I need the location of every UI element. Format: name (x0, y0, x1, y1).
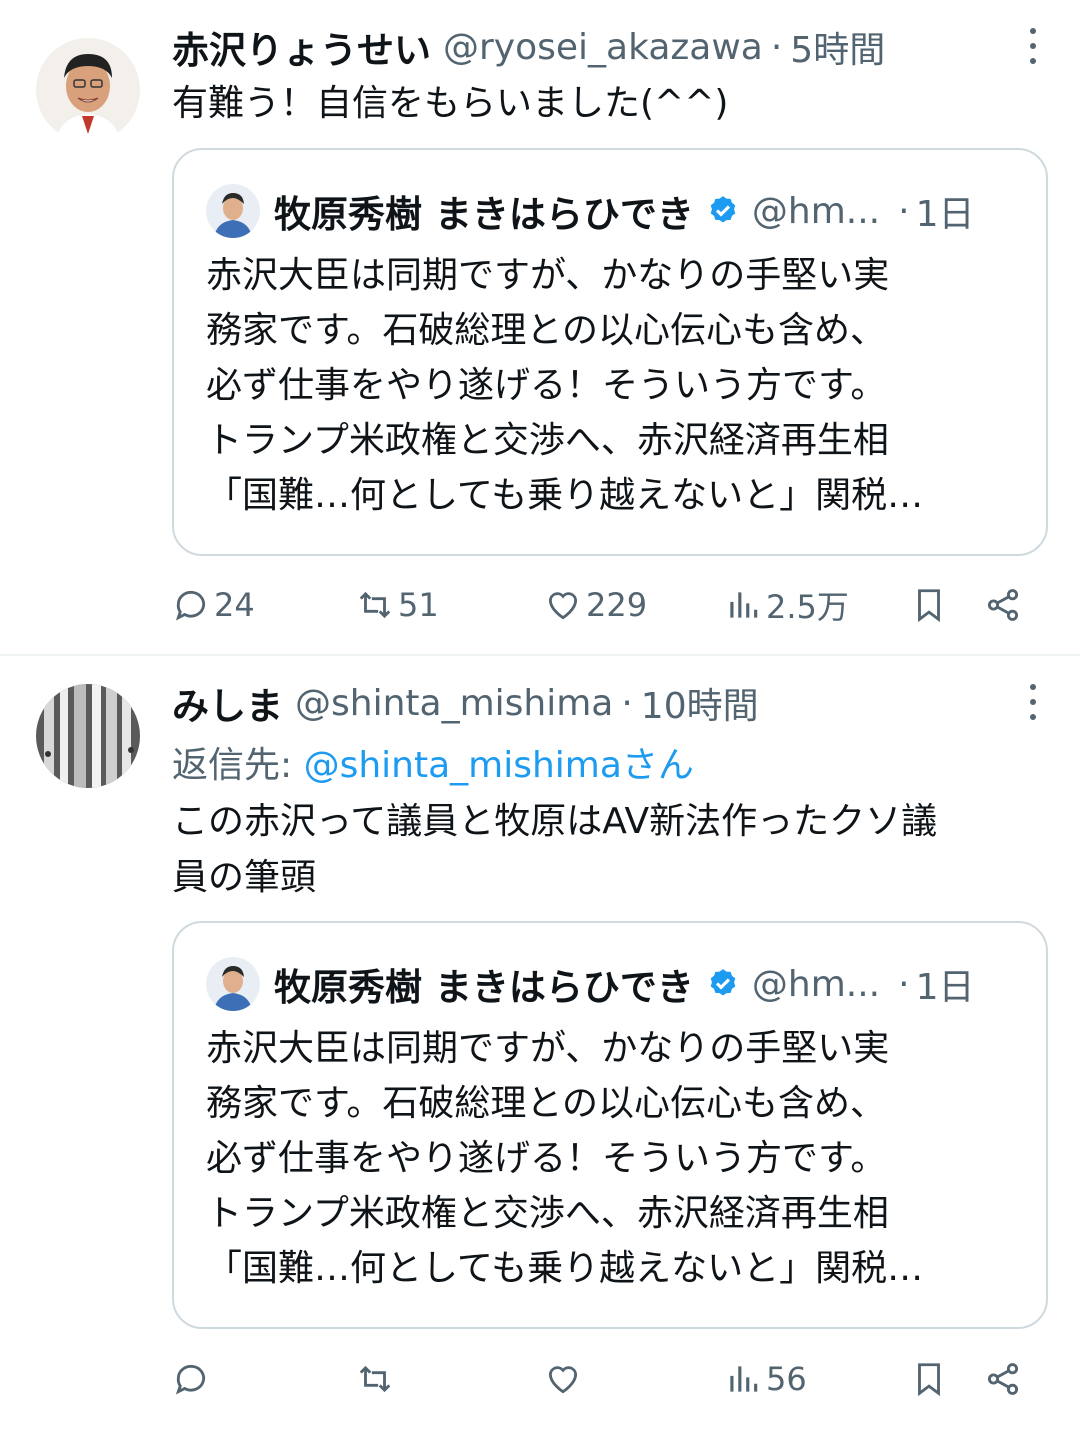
retweet-icon (359, 591, 391, 619)
views-icon (730, 592, 758, 618)
reply-button[interactable] (172, 1349, 214, 1409)
like-button[interactable]: 229 (544, 575, 647, 635)
quote-header: 牧原秀樹 まきはらひでき @hm... · 1日 (206, 184, 1016, 238)
quoted-tweet[interactable]: 牧原秀樹 まきはらひでき @hm... · 1日 赤沢大臣は同期ですが、かなりの… (172, 148, 1048, 556)
quoted-tweet[interactable]: 牧原秀樹 まきはらひでき @hm... · 1日 赤沢大臣は同期ですが、かなりの… (172, 921, 1048, 1329)
action-bar: 56 (172, 1349, 1040, 1409)
timestamp[interactable]: 10時間 (641, 678, 759, 728)
timestamp[interactable]: 5時間 (790, 22, 885, 72)
bookmark-button[interactable] (910, 1349, 952, 1409)
separator: · (898, 190, 910, 232)
action-bar: 24 51 229 2.5万 (172, 575, 1040, 635)
retweet-icon (359, 1365, 391, 1393)
avatar (206, 957, 260, 1011)
like-button[interactable] (544, 1349, 586, 1409)
author-handle[interactable]: @ryosei_akazawa (443, 27, 763, 68)
tweet-text-line: 員の筆頭 (172, 857, 317, 898)
quote-text-line: 必ず仕事をやり遂げる！そういう方です。 (206, 365, 887, 406)
avatar[interactable] (36, 38, 140, 142)
bookmark-button[interactable] (910, 575, 952, 635)
author-name[interactable]: 赤沢りょうせい (172, 22, 431, 72)
quote-author-name: 牧原秀樹 まきはらひでき (274, 966, 694, 1009)
tweet-text: 有難う！自信をもらいました(^^) (172, 83, 729, 124)
separator: · (898, 963, 910, 1005)
quote-timestamp: 1日 (915, 194, 975, 235)
quote-text-line: 「国難…何としても乗り越えないと」関税… (206, 1248, 924, 1289)
verified-badge-icon (710, 969, 736, 996)
share-icon (987, 1363, 1019, 1395)
separator: · (770, 26, 783, 68)
reply-prefix: 返信先: (172, 745, 304, 786)
more-vertical-icon[interactable] (1026, 28, 1040, 73)
tweet-header: みしま @shinta_mishima · 10時間 (172, 678, 1010, 729)
reply-count: 24 (214, 586, 255, 624)
author-handle[interactable]: @shinta_mishima (295, 683, 613, 724)
retweet-button[interactable] (356, 1349, 398, 1409)
author-name[interactable]: みしま (172, 678, 283, 728)
reply-to-link[interactable]: @shinta_mishimaさん (304, 745, 694, 786)
quote-text: 赤沢大臣は同期ですが、かなりの手堅い実 務家です。石破総理との以心伝心も含め、 … (206, 1021, 1016, 1296)
bookmark-icon (918, 1363, 940, 1397)
tweet-header: 赤沢りょうせい @ryosei_akazawa · 5時間 (172, 22, 1010, 73)
quote-author-name: 牧原秀樹 まきはらひでき (274, 193, 694, 236)
views-count: 2.5万 (766, 588, 849, 626)
views-button[interactable]: 56 (724, 1349, 807, 1409)
tweet-text: この赤沢って議員と牧原はAV新法作ったクソ議 員の筆頭 (172, 794, 1046, 906)
share-button[interactable] (984, 575, 1026, 635)
reply-icon (175, 590, 206, 621)
tweet-text-line: この赤沢って議員と牧原はAV新法作ったクソ議 (172, 801, 938, 842)
avatar (206, 184, 260, 238)
reply-icon (175, 1364, 206, 1395)
avatar[interactable] (36, 684, 140, 788)
verified-badge-icon (710, 196, 736, 223)
share-button[interactable] (984, 1349, 1026, 1409)
quote-text-line: トランプ米政権と交渉へ、赤沢経済再生相 (206, 1193, 889, 1234)
share-icon (987, 589, 1019, 621)
quote-text-line: 務家です。石破総理との以心伝心も含め、 (206, 1083, 887, 1124)
like-icon (548, 592, 578, 620)
retweet-button[interactable]: 51 (356, 575, 439, 635)
bookmark-icon (918, 589, 940, 623)
tweet[interactable]: 赤沢りょうせい @ryosei_akazawa · 5時間 有難う！自信をもらい… (0, 0, 1080, 656)
like-icon (548, 1366, 578, 1394)
quote-text-line: 必ず仕事をやり遂げる！そういう方です。 (206, 1138, 887, 1179)
like-count: 229 (586, 586, 648, 624)
more-vertical-icon[interactable] (1026, 684, 1040, 729)
quote-text: 赤沢大臣は同期ですが、かなりの手堅い実 務家です。石破総理との以心伝心も含め、 … (206, 248, 1016, 523)
quote-text-line: 赤沢大臣は同期ですが、かなりの手堅い実 (206, 1028, 890, 1069)
quote-timestamp: 1日 (915, 967, 975, 1008)
quote-author-handle: @hm... (751, 963, 881, 1005)
quote-header: 牧原秀樹 まきはらひでき @hm... · 1日 (206, 957, 1016, 1011)
reply-context: 返信先: @shinta_mishimaさん (172, 736, 694, 788)
retweet-count: 51 (398, 586, 439, 624)
views-icon (730, 1366, 758, 1392)
separator: · (621, 682, 633, 724)
quote-text-line: 「国難…何としても乗り越えないと」関税… (206, 475, 924, 516)
tweet[interactable]: みしま @shinta_mishima · 10時間 返信先: @shinta_… (0, 656, 1080, 1441)
views-button[interactable]: 2.5万 (724, 575, 849, 635)
quote-author-handle: @hm... (751, 190, 881, 232)
quote-text-line: 赤沢大臣は同期ですが、かなりの手堅い実 (206, 255, 890, 296)
quote-text-line: 務家です。石破総理との以心伝心も含め、 (206, 310, 887, 351)
quote-text-line: トランプ米政権と交渉へ、赤沢経済再生相 (206, 420, 889, 461)
views-count: 56 (766, 1360, 807, 1398)
reply-button[interactable]: 24 (172, 575, 255, 635)
